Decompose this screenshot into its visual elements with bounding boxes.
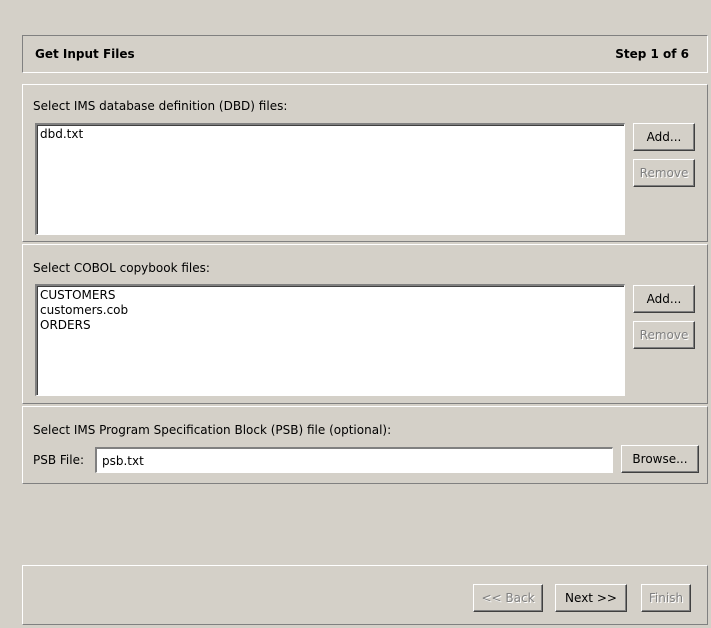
psb-file-input[interactable]: [95, 447, 613, 473]
list-item[interactable]: customers.cob: [40, 303, 621, 318]
list-item[interactable]: ORDERS: [40, 318, 621, 333]
dbd-section-label: Select IMS database definition (DBD) fil…: [33, 99, 288, 113]
cobol-section-label: Select COBOL copybook files:: [33, 261, 210, 275]
cobol-add-button[interactable]: Add...: [633, 285, 695, 313]
psb-field-label: PSB File:: [33, 453, 85, 467]
list-item[interactable]: dbd.txt: [40, 127, 621, 142]
dbd-file-list[interactable]: dbd.txt: [35, 123, 625, 235]
cobol-section: Select COBOL copybook files: CUSTOMERS c…: [22, 244, 708, 404]
list-item[interactable]: CUSTOMERS: [40, 288, 621, 303]
next-button[interactable]: Next >>: [555, 584, 627, 612]
cobol-remove-button[interactable]: Remove: [633, 321, 695, 349]
wizard-header: Get Input Files Step 1 of 6: [22, 35, 708, 73]
page-title: Get Input Files: [35, 47, 135, 61]
back-button[interactable]: << Back: [473, 584, 543, 612]
browse-button[interactable]: Browse...: [621, 445, 699, 473]
step-indicator: Step 1 of 6: [615, 47, 689, 61]
cobol-file-list[interactable]: CUSTOMERS customers.cob ORDERS: [35, 284, 625, 396]
wizard-footer: << Back Next >> Finish: [22, 565, 708, 625]
dbd-section: Select IMS database definition (DBD) fil…: [22, 84, 708, 242]
dbd-remove-button[interactable]: Remove: [633, 159, 695, 187]
psb-section-label: Select IMS Program Specification Block (…: [33, 423, 392, 437]
finish-button[interactable]: Finish: [641, 584, 691, 612]
psb-section: Select IMS Program Specification Block (…: [22, 406, 708, 484]
dbd-add-button[interactable]: Add...: [633, 123, 695, 151]
